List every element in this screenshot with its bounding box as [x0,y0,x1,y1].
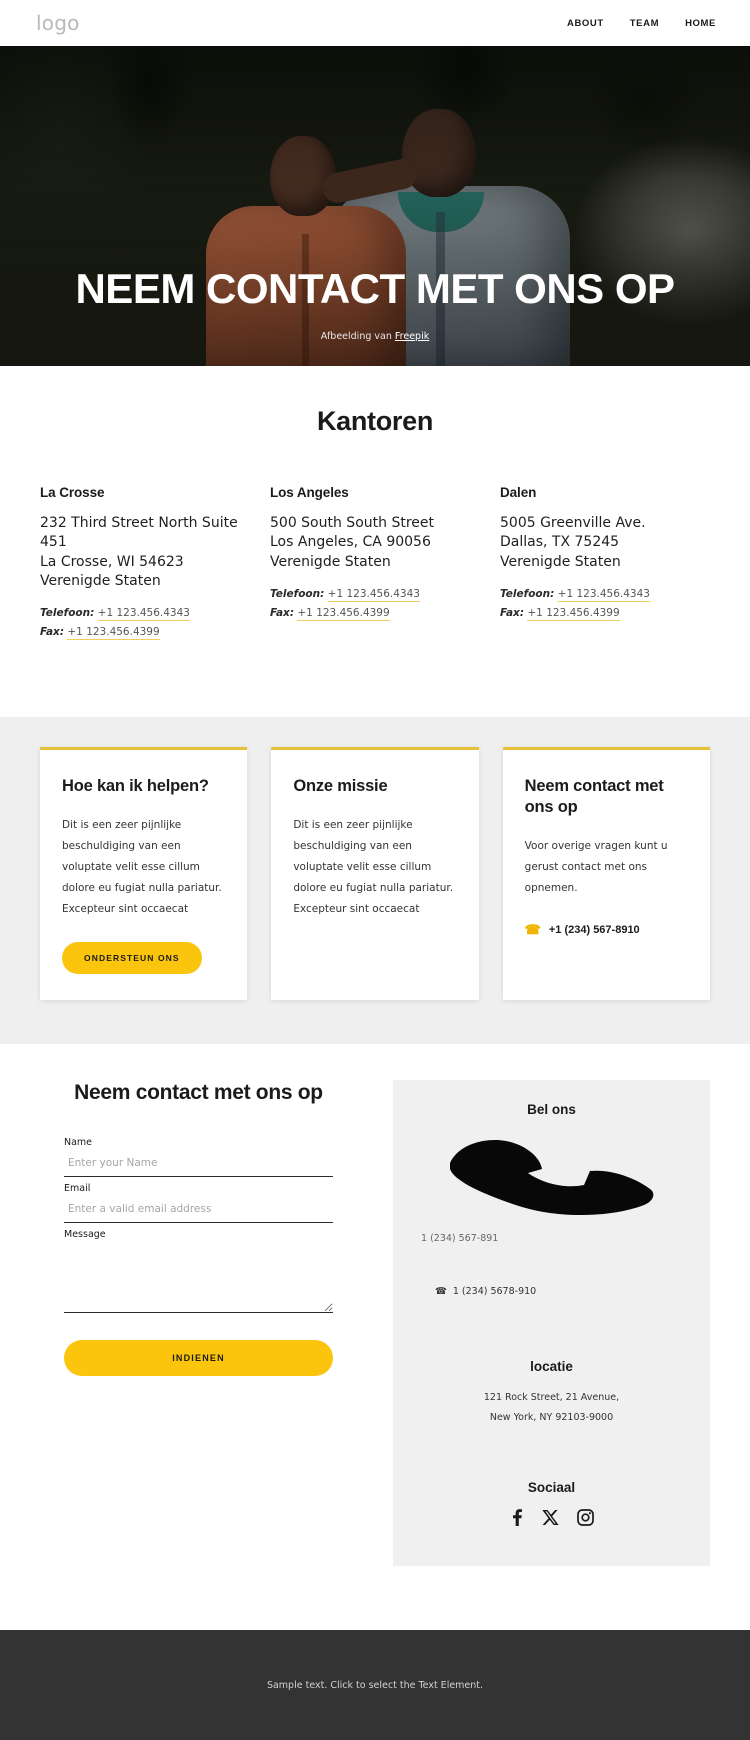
office-address: 500 South South Street Los Angeles, CA 9… [270,515,434,570]
phone-secondary: 1 (234) 5678-910 [452,1286,537,1298]
card-title: Hoe kan ik helpen? [62,777,209,796]
contact-form-column: Neem contact met ons op Name Email Messa… [40,1080,357,1566]
hero-image-credit: Afbeelding van Freepik [321,331,429,342]
office-address: 232 Third Street North Suite 451 La Cros… [40,515,238,589]
office-fax-link[interactable]: +1 123.456.4399 [67,626,160,641]
office-fax-label: Fax: [40,626,65,639]
office-phone-row: Telefoon: +1 123.456.4343 [500,587,710,602]
office-fax-link[interactable]: +1 123.456.4399 [527,606,620,621]
call-us-title: Bel ons [527,1102,576,1118]
office-address: 5005 Greenville Ave. Dallas, TX 75245 Ve… [500,515,646,570]
office-phone-link[interactable]: +1 123.456.4343 [97,607,190,622]
site-logo[interactable]: logo [36,11,80,35]
card-text: Voor overige vragen kunt u gerust contac… [524,840,668,895]
office-name: Dalen [500,485,537,500]
card-title: Neem contact met ons op [524,777,664,817]
office-fax-label: Fax: [500,606,525,619]
phone-secondary-row[interactable]: ☎ 1 (234) 5678-910 [413,1286,690,1297]
submit-button[interactable]: INDIENEN [64,1340,333,1377]
office-fax-label: Fax: [270,606,295,619]
feature-cards-section: Hoe kan ik helpen? Dit is een zeer pijnl… [0,717,750,1045]
offices-section: Kantoren La Crosse 232 Third Street Nort… [0,366,750,718]
handset-illustration [413,1127,690,1219]
site-footer: Sample text. Click to select the Text El… [0,1630,750,1740]
card-title: Onze missie [293,777,388,796]
office-name: Los Angeles [270,485,349,500]
email-input[interactable] [64,1199,333,1224]
office-phone-label: Telefoon: [500,587,555,600]
office-card: Dalen 5005 Greenville Ave. Dallas, TX 75… [500,485,710,645]
x-twitter-icon[interactable] [542,1509,559,1526]
card-phone-number: +1 (234) 567-8910 [548,923,640,936]
feature-card-mission: Onze missie Dit is een zeer pijnlijke be… [271,747,479,1001]
social-links [413,1509,690,1527]
office-phone-row: Telefoon: +1 123.456.4343 [40,607,250,622]
phone-primary[interactable]: 1 (234) 567-891 [413,1233,690,1244]
hero-title: NEEM CONTACT MET ONS OP [75,264,675,312]
message-textarea[interactable] [64,1245,333,1314]
card-text: Dit is een zeer pijnlijke beschuldiging … [62,819,222,916]
feature-cards-grid: Hoe kan ik helpen? Dit is een zeer pijnl… [40,747,710,1001]
card-text: Dit is een zeer pijnlijke beschuldiging … [293,819,454,916]
phone-icon: ☎ [524,922,541,938]
office-card: Los Angeles 500 South South Street Los A… [270,485,480,645]
message-label: Message [64,1229,106,1241]
nav-item-about[interactable]: ABOUT [567,18,604,29]
offices-title: Kantoren [316,406,434,436]
main-navigation: ABOUT TEAM HOME [567,18,716,29]
office-fax-row: Fax: +1 123.456.4399 [270,606,480,621]
office-fax-row: Fax: +1 123.456.4399 [40,626,250,641]
field-name: Name [64,1137,333,1178]
office-phone-link[interactable]: +1 123.456.4343 [327,587,420,602]
office-phone-label: Telefoon: [270,587,325,600]
office-fax-row: Fax: +1 123.456.4399 [500,606,710,621]
feature-card-contact: Neem contact met ons op Voor overige vra… [502,747,710,1001]
support-us-button[interactable]: ONDERSTEUN ONS [62,942,202,975]
nav-item-team[interactable]: TEAM [630,18,659,29]
phone-handset-icon [449,1140,653,1216]
feature-card-help: Hoe kan ik helpen? Dit is een zeer pijnl… [40,747,248,1001]
office-name: La Crosse [40,485,105,500]
location-title: locatie [530,1359,573,1375]
card-phone-row[interactable]: ☎ +1 (234) 567-8910 [525,923,688,936]
office-fax-link[interactable]: +1 123.456.4399 [297,606,390,621]
site-header: logo ABOUT TEAM HOME [0,0,750,46]
phone-icon: ☎ [435,1286,447,1298]
nav-item-home[interactable]: HOME [685,18,716,29]
location-address: 121 Rock Street, 21 Avenue, New York, NY… [483,1392,620,1424]
social-title: Sociaal [527,1480,576,1496]
hero-banner: NEEM CONTACT MET ONS OP Afbeelding van F… [0,46,750,366]
contact-section: Neem contact met ons op Name Email Messa… [0,1044,750,1631]
email-label: Email [64,1183,91,1195]
offices-grid: La Crosse 232 Third Street North Suite 4… [0,485,750,645]
office-phone-row: Telefoon: +1 123.456.4343 [270,587,480,602]
office-phone-link[interactable]: +1 123.456.4343 [557,587,650,602]
hero-credit-link[interactable]: Freepik [395,331,429,342]
name-label: Name [64,1137,93,1149]
office-card: La Crosse 232 Third Street North Suite 4… [40,485,250,645]
footer-text[interactable]: Sample text. Click to select the Text El… [267,1680,483,1691]
hero-credit-prefix: Afbeelding van [320,331,395,342]
field-message: Message [64,1229,333,1318]
office-phone-label: Telefoon: [40,607,95,620]
field-email: Email [64,1183,333,1224]
instagram-icon[interactable] [577,1509,594,1527]
name-input[interactable] [64,1153,333,1178]
contact-form-title: Neem contact met ons op [74,1081,323,1105]
facebook-icon[interactable] [509,1509,524,1527]
contact-info-panel: Bel ons 1 (234) 567-891 ☎ 1 (234) 5678-9… [393,1080,710,1567]
